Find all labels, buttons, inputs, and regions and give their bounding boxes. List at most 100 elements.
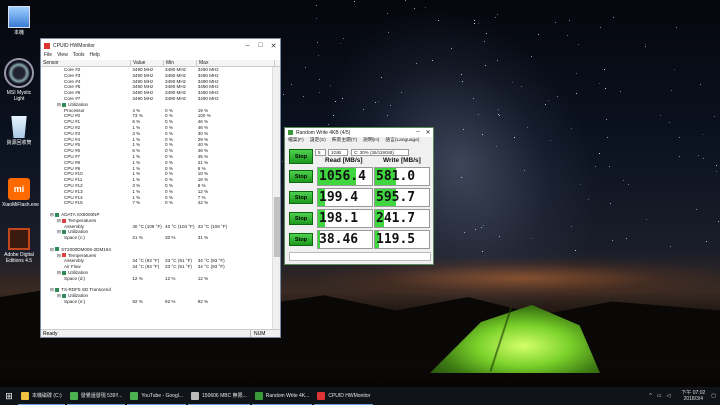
star	[431, 60, 433, 62]
star	[600, 26, 602, 28]
column-min[interactable]: Min	[164, 60, 197, 66]
star	[425, 7, 427, 9]
taskbar-item[interactable]: 150606 MBC 無限...	[188, 387, 250, 405]
taskbar-item[interactable]: Random Write 4K...	[251, 387, 313, 405]
scrollbar-thumb[interactable]	[274, 197, 280, 257]
taskbar-item-label: YouTube - Googl...	[141, 392, 184, 399]
sensor-name: CPU #8	[64, 159, 81, 165]
stop-button[interactable]: Stop	[289, 233, 313, 246]
sensor-name: Temperatures	[68, 217, 97, 223]
star	[387, 31, 389, 33]
app-icon	[69, 391, 78, 400]
action-center-icon[interactable]: ▢	[711, 393, 716, 399]
menu-file[interactable]: File	[44, 52, 52, 60]
star	[703, 158, 705, 160]
menu-view[interactable]: View	[57, 52, 68, 60]
desktop-icon-label: 本機	[13, 30, 24, 36]
menu-language[interactable]: 語言(Language)	[385, 137, 419, 145]
star	[317, 54, 319, 56]
star	[524, 169, 526, 171]
stop-button[interactable]: Stop	[289, 170, 313, 183]
star	[669, 122, 671, 124]
star	[387, 13, 389, 15]
desktop-icon-xiaomiflash[interactable]: mi XiaoMiFlash.exe	[2, 178, 39, 208]
star	[706, 240, 708, 242]
taskbar-item-label: 150606 MBC 無限...	[202, 393, 247, 399]
column-headers: Sensor Value Min Max	[41, 60, 280, 67]
minimize-button[interactable]: –	[241, 42, 254, 50]
sensor-name: CPU #9	[64, 165, 81, 171]
status-text: Ready	[43, 331, 58, 337]
read-header: Read [MB/s]	[325, 157, 363, 164]
drive-select[interactable]: C: 30% (36/119GiB)	[351, 149, 409, 156]
taskbar-item-label: Random Write 4K...	[265, 392, 310, 399]
close-button[interactable]: ✕	[423, 129, 433, 136]
sensor-name: CPU #5	[64, 142, 81, 148]
title-bar[interactable]: CPUID HWMonitor – □ ✕	[41, 39, 280, 52]
menu-help[interactable]: Help	[90, 52, 100, 60]
star	[623, 180, 625, 182]
sensor-name: Utilization	[68, 229, 89, 235]
windows-start-icon[interactable]: ⊞	[0, 387, 18, 405]
menu-tools[interactable]: Tools	[73, 52, 85, 60]
sensor-row[interactable]: Space (e:) 92 % 92 % 92 %	[41, 299, 273, 305]
sensor-name: CPU #15	[64, 200, 83, 206]
size-select[interactable]: 1GiB	[328, 149, 348, 156]
desktop-icon-mystic-light[interactable]: MSI Mystic Light	[2, 58, 36, 102]
sensor-name: CPU #2	[64, 124, 81, 130]
taskbar-item[interactable]: 發覺還發現 539!!...	[66, 387, 126, 405]
taskbar-item[interactable]: YouTube - Googl...	[127, 387, 187, 405]
star	[481, 251, 483, 253]
taskbar-item[interactable]: CPUID HWMonitor	[314, 387, 374, 405]
comment-field[interactable]	[289, 252, 431, 261]
volume-icon[interactable]: ◁	[667, 393, 671, 399]
desktop-icon-adobe-de[interactable]: Adobe Digital Editions 4.5	[2, 228, 36, 264]
write-result: 241.7	[374, 209, 430, 228]
status-bar: Ready NUM	[41, 329, 280, 337]
minimize-button[interactable]: –	[413, 129, 423, 136]
star	[281, 161, 283, 163]
star	[545, 104, 547, 106]
sensor-name: ST2000DM006-2DM164	[61, 246, 111, 252]
sensor-name: Core #5	[64, 84, 81, 90]
star	[567, 35, 569, 37]
title-bar[interactable]: Random Write 4KB (4/5) – ✕	[285, 128, 433, 137]
star	[613, 17, 615, 19]
column-max[interactable]: Max	[197, 60, 275, 66]
star	[598, 152, 600, 154]
maximize-button[interactable]: □	[254, 42, 267, 50]
star	[645, 46, 647, 48]
taskbar-item[interactable]: 本機磁碟 (C:)	[18, 387, 65, 405]
sensor-min: 92 %	[165, 298, 176, 304]
menu-settings[interactable]: 設定(S)	[310, 137, 326, 145]
close-button[interactable]: ✕	[267, 42, 280, 50]
count-select[interactable]: 5	[315, 149, 326, 156]
stop-button[interactable]: Stop	[289, 212, 313, 225]
star	[343, 38, 345, 40]
menu-help[interactable]: 說明(H)	[363, 137, 379, 145]
menu-theme[interactable]: 佈景主題(T)	[332, 137, 357, 145]
hwmonitor-window[interactable]: CPUID HWMonitor – □ ✕ File View Tools He…	[40, 38, 281, 338]
write-result: 581.0	[374, 167, 430, 186]
sensor-tree[interactable]: Core #2 3490 MHz 3490 MHz 3490 MHz Core #3 34…	[41, 67, 273, 330]
stop-all-button[interactable]: Stop	[289, 149, 313, 164]
desktop-icon-computer[interactable]: 本機	[2, 6, 36, 36]
star	[404, 0, 406, 1]
desktop-icon-recycle-bin[interactable]: 資源回收筒	[2, 116, 36, 146]
column-sensor[interactable]: Sensor	[41, 60, 131, 66]
menu-file[interactable]: 檔案(F)	[288, 137, 304, 145]
stop-button[interactable]: Stop	[289, 191, 313, 204]
network-icon[interactable]: ▭	[657, 393, 662, 399]
thermometer-icon	[62, 218, 67, 223]
star	[605, 87, 607, 89]
random-write-window[interactable]: Random Write 4KB (4/5) – ✕ 檔案(F) 設定(S) 佈…	[284, 127, 434, 265]
clock[interactable]: 下午 07:02 2018/3/4	[675, 390, 711, 402]
sensor-name: CPU #3	[64, 130, 81, 136]
vertical-scrollbar[interactable]	[272, 67, 280, 330]
mi-icon: mi	[8, 178, 30, 200]
app-icon	[130, 391, 139, 400]
notification-chevron-icon[interactable]: ^	[649, 393, 651, 399]
column-value[interactable]: Value	[131, 60, 164, 66]
star	[598, 83, 600, 85]
sensor-name: CPU #14	[64, 194, 83, 200]
